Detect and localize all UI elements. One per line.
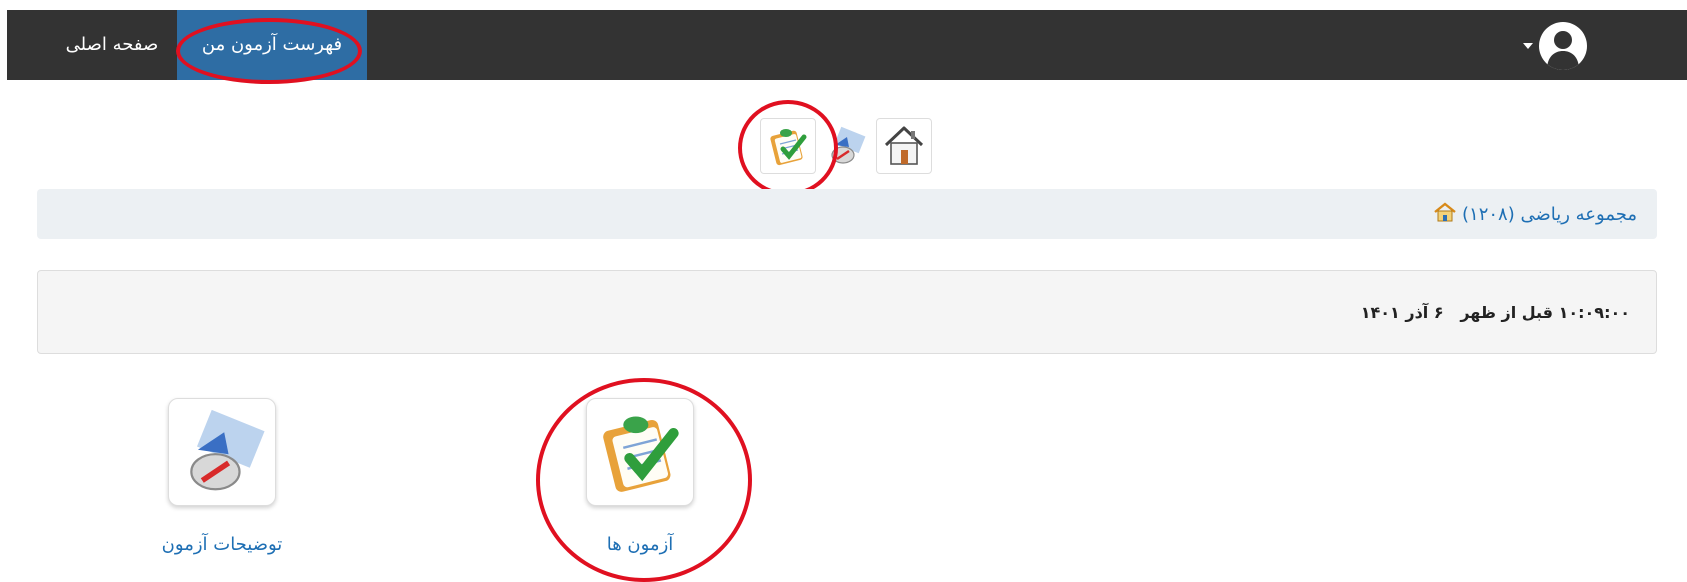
tile-exams[interactable]: آزمون ها	[540, 398, 740, 555]
datetime-text: ۱۰:۰۹:۰۰ قبل از ظهر ۶ آذر ۱۴۰۱	[1360, 302, 1630, 322]
toolbar-description-button[interactable]	[818, 118, 874, 174]
toolbar	[760, 118, 932, 174]
toolbar-exams-button[interactable]	[760, 118, 816, 174]
nav-home-link[interactable]: صفحه اصلی	[47, 10, 177, 80]
house-icon	[884, 126, 924, 165]
tile-exam-description-box[interactable]	[168, 398, 276, 506]
compass-map-icon	[190, 409, 265, 491]
tile-exam-description[interactable]: توضیحات آزمون	[122, 398, 322, 555]
breadcrumb-label: مجموعه ریاضی (۱۲۰۸)	[1462, 203, 1637, 225]
compass-map-icon	[831, 126, 866, 164]
home-icon	[1434, 201, 1456, 227]
nav-my-exams-link[interactable]: فهرست آزمون من	[177, 10, 367, 80]
user-menu[interactable]	[1523, 21, 1587, 71]
user-avatar-icon	[1539, 22, 1587, 70]
datetime-panel: ۱۰:۰۹:۰۰ قبل از ظهر ۶ آذر ۱۴۰۱	[37, 270, 1657, 354]
tile-exams-box[interactable]	[586, 398, 694, 506]
top-navbar: صفحه اصلی فهرست آزمون من	[7, 10, 1687, 80]
tile-exam-description-label[interactable]: توضیحات آزمون	[122, 534, 322, 555]
breadcrumb-link[interactable]: مجموعه ریاضی (۱۲۰۸)	[1434, 201, 1637, 227]
caret-down-icon	[1523, 43, 1533, 49]
exam-checklist-icon	[603, 416, 679, 492]
breadcrumb: مجموعه ریاضی (۱۲۰۸)	[37, 189, 1657, 239]
tile-exams-label[interactable]: آزمون ها	[540, 534, 740, 555]
exam-checklist-icon	[770, 129, 807, 166]
toolbar-home-button[interactable]	[876, 118, 932, 174]
